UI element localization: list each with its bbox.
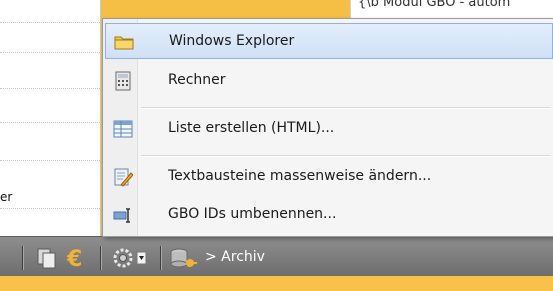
rename-icon — [113, 208, 130, 223]
svg-text:€: € — [66, 247, 82, 271]
menu-item-label: Windows Explorer — [169, 33, 295, 49]
menu-item-label: GBO IDs umbenennen... — [168, 206, 337, 222]
menu-separator — [141, 107, 551, 109]
list-row — [0, 122, 100, 123]
copy-icon[interactable] — [34, 245, 60, 271]
background-editor-text: {\b Modul GBO - autom — [358, 0, 511, 10]
menu-item-windows-explorer[interactable]: Windows Explorer — [105, 23, 553, 59]
list-row — [0, 88, 100, 89]
toolbar-separator — [160, 246, 161, 270]
menu-item-label: Liste erstellen (HTML)... — [168, 120, 335, 136]
folder-icon — [114, 36, 134, 50]
table-icon — [113, 120, 133, 138]
database-icon[interactable] — [168, 245, 198, 271]
context-menu: Windows Explorer Rechner Liste erstellen… — [102, 18, 553, 237]
list-row — [0, 52, 100, 53]
calculator-icon — [115, 71, 131, 91]
edit-document-icon — [114, 168, 133, 187]
list-fragment-text: er — [0, 190, 13, 204]
list-row — [0, 160, 100, 161]
menu-item-textbausteine[interactable]: Textbausteine massenweise ändern... — [105, 159, 553, 195]
menu-item-gbo-ids-umbenennen[interactable]: GBO IDs umbenennen... — [105, 197, 553, 233]
menu-item-rechner[interactable]: Rechner — [105, 63, 553, 99]
euro-icon[interactable]: € — [62, 245, 88, 271]
list-row — [0, 22, 100, 23]
toolbar-separator — [22, 246, 23, 270]
bottom-strip — [0, 276, 553, 291]
background-list — [0, 0, 101, 236]
menu-item-label: Textbausteine massenweise ändern... — [168, 168, 432, 184]
archive-breadcrumb[interactable]: > Archiv — [205, 249, 265, 265]
settings-dropdown-icon[interactable] — [110, 245, 154, 271]
menu-separator — [141, 155, 551, 157]
menu-item-label: Rechner — [168, 72, 226, 88]
list-row — [0, 208, 100, 209]
menu-item-liste-erstellen[interactable]: Liste erstellen (HTML)... — [105, 111, 553, 147]
toolbar-separator — [100, 246, 101, 270]
bottom-toolbar: € > Archiv — [0, 236, 553, 277]
